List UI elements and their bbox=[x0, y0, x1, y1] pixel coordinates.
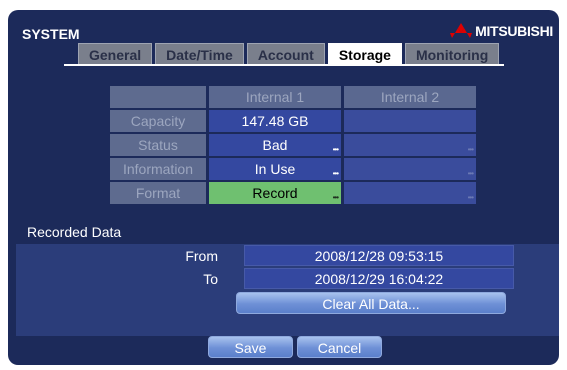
more-icon: ••• bbox=[467, 169, 474, 178]
row-label-capacity: Capacity bbox=[110, 110, 206, 132]
status-internal-2-button[interactable]: ••• bbox=[344, 134, 476, 156]
tab-general[interactable]: General bbox=[78, 43, 153, 65]
row-label-information: Information bbox=[110, 158, 206, 180]
format-internal-1-value: Record bbox=[252, 185, 298, 201]
to-field: 2008/12/29 16:04:22 bbox=[244, 268, 514, 289]
capacity-internal-1: 147.48 GB bbox=[209, 110, 341, 132]
more-icon: ••• bbox=[332, 193, 339, 202]
clear-all-data-button[interactable]: Clear All Data... bbox=[236, 292, 506, 314]
header-blank-cell bbox=[110, 86, 206, 108]
tab-account[interactable]: Account bbox=[246, 43, 325, 65]
table-row: Format Record ••• ••• bbox=[110, 182, 479, 204]
tab-monitoring[interactable]: Monitoring bbox=[404, 43, 500, 65]
information-internal-1-button[interactable]: In Use ••• bbox=[209, 158, 341, 180]
tab-date-time[interactable]: Date/Time bbox=[155, 43, 244, 65]
tab-storage[interactable]: Storage bbox=[327, 43, 402, 65]
more-icon: ••• bbox=[332, 169, 339, 178]
table-row: Capacity 147.48 GB bbox=[110, 110, 479, 132]
brand: MITSUBISHI bbox=[450, 23, 553, 39]
table-row: Status Bad ••• ••• bbox=[110, 134, 479, 156]
capacity-internal-2 bbox=[344, 110, 476, 132]
status-internal-1-button[interactable]: Bad ••• bbox=[209, 134, 341, 156]
header-internal-1: Internal 1 bbox=[209, 86, 341, 108]
format-internal-1-button[interactable]: Record ••• bbox=[209, 182, 341, 204]
row-label-format: Format bbox=[110, 182, 206, 204]
window-title: SYSTEM bbox=[22, 26, 80, 42]
title-bar: SYSTEM MITSUBISHI bbox=[8, 10, 559, 44]
mitsubishi-logo-icon bbox=[450, 23, 473, 38]
recorded-data-title: Recorded Data bbox=[27, 224, 122, 240]
storage-table: Internal 1 Internal 2 Capacity 147.48 GB… bbox=[110, 86, 479, 206]
tab-bar: General Date/Time Account Storage Monito… bbox=[78, 43, 500, 65]
system-window: SYSTEM MITSUBISHI General Date/Time Acco… bbox=[8, 10, 559, 365]
format-internal-2-button[interactable]: ••• bbox=[344, 182, 476, 204]
brand-name: MITSUBISHI bbox=[475, 23, 553, 39]
more-icon: ••• bbox=[332, 145, 339, 154]
cancel-button[interactable]: Cancel bbox=[297, 336, 382, 358]
table-row: Information In Use ••• ••• bbox=[110, 158, 479, 180]
more-icon: ••• bbox=[467, 193, 474, 202]
header-internal-2: Internal 2 bbox=[344, 86, 476, 108]
from-field: 2008/12/28 09:53:15 bbox=[244, 245, 514, 266]
information-internal-1-value: In Use bbox=[254, 161, 296, 177]
more-icon: ••• bbox=[467, 145, 474, 154]
status-internal-1-value: Bad bbox=[262, 137, 288, 153]
save-button[interactable]: Save bbox=[208, 336, 293, 358]
to-label: To bbox=[203, 271, 218, 287]
information-internal-2-button[interactable]: ••• bbox=[344, 158, 476, 180]
from-label: From bbox=[185, 248, 218, 264]
tab-underline bbox=[64, 64, 504, 66]
row-label-status: Status bbox=[110, 134, 206, 156]
table-header-row: Internal 1 Internal 2 bbox=[110, 86, 479, 108]
